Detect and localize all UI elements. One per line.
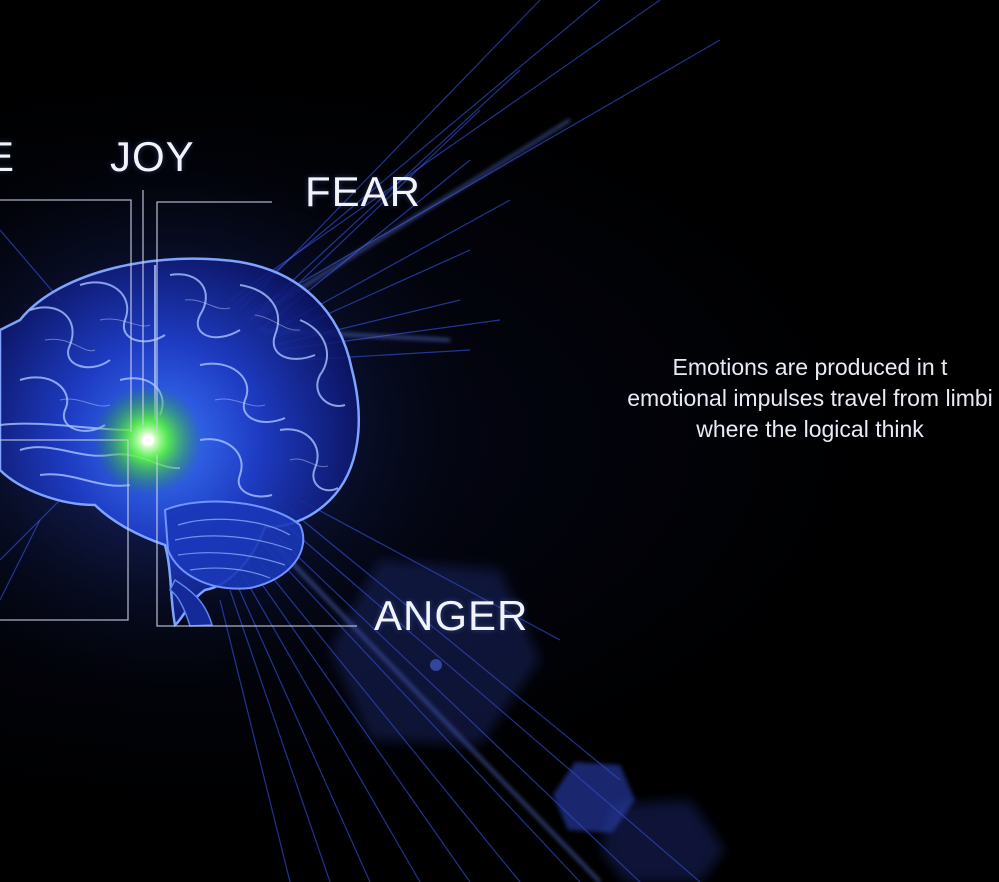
emotion-label-anger: ANGER: [374, 592, 529, 639]
description-line-1: Emotions are produced in t: [672, 354, 948, 380]
emotions-slide: E JOY FEAR ANGER Emotions are produced i…: [0, 0, 999, 882]
emotion-label-cut-off: E: [0, 133, 16, 180]
lens-flare-small: [600, 800, 725, 882]
description-text: Emotions are produced in t emotional imp…: [500, 352, 999, 445]
description-line-3: where the logical think: [696, 416, 924, 442]
emotion-label-fear: FEAR: [305, 168, 422, 215]
description-line-2: emotional impulses travel from limbi: [627, 385, 993, 411]
emotion-label-joy: JOY: [110, 133, 195, 180]
lens-dot: [430, 659, 442, 671]
